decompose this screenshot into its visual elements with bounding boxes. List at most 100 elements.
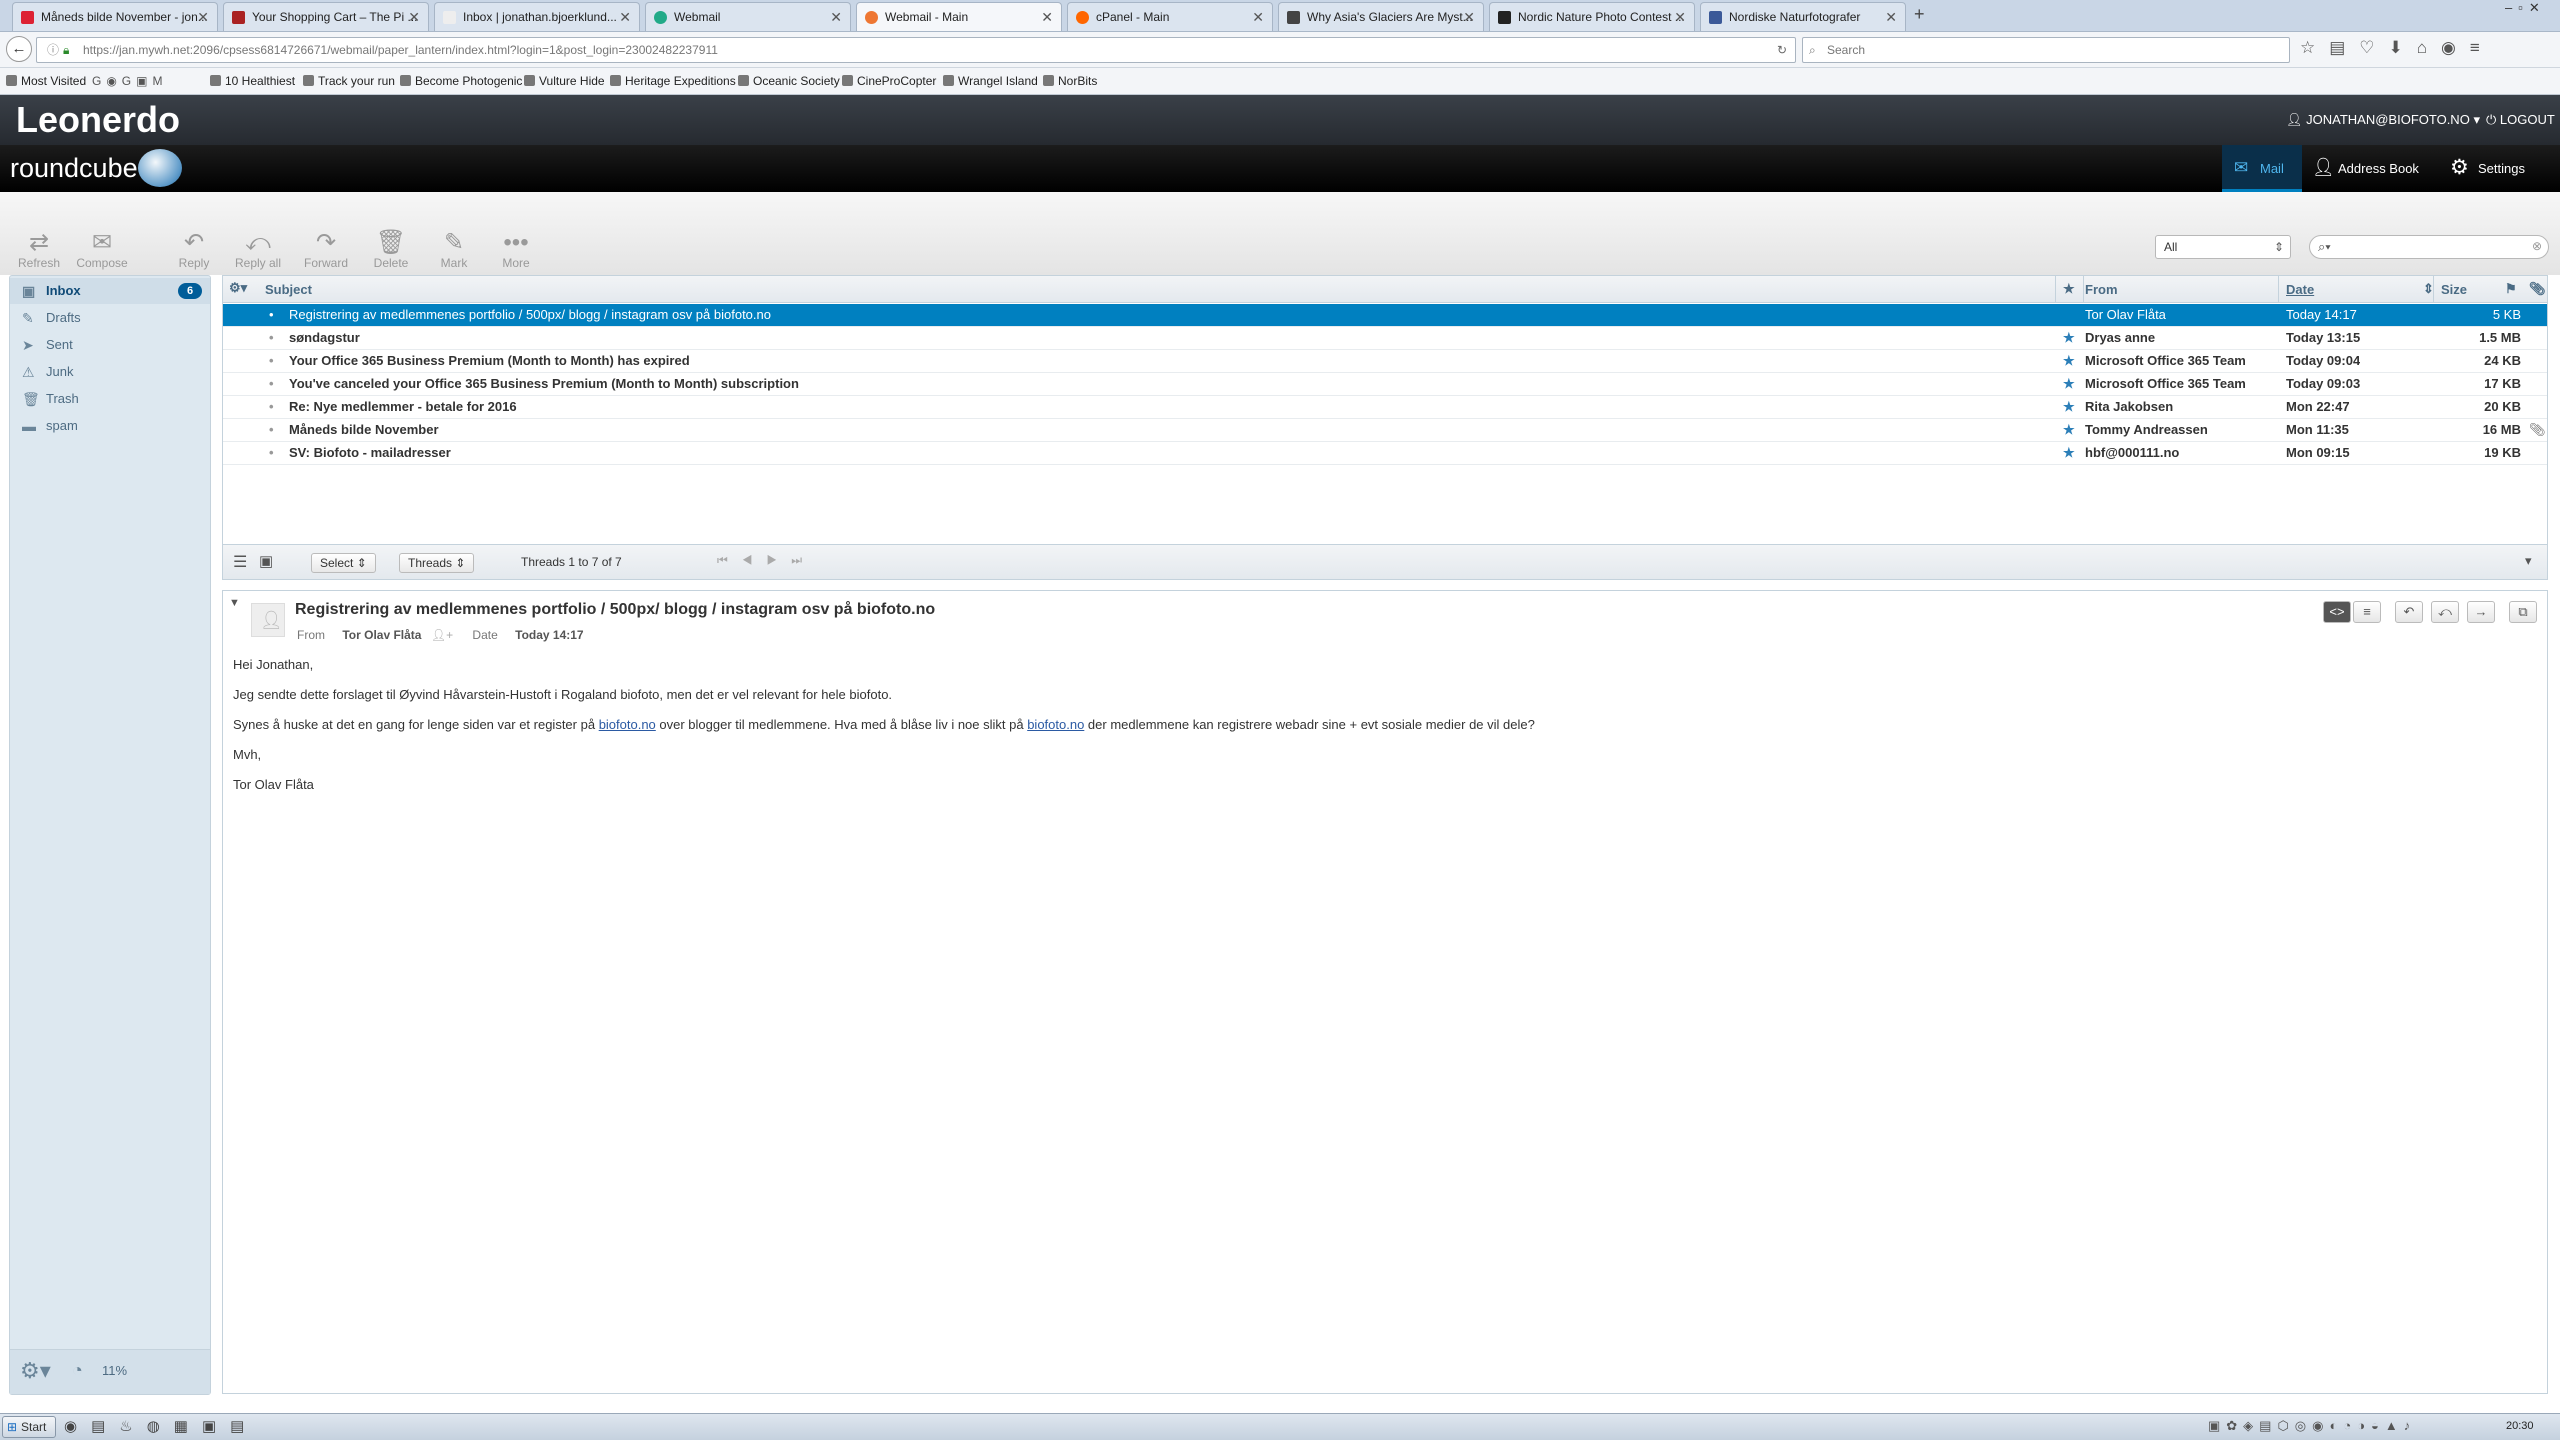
- bookmark-favicons[interactable]: G◉G▣M: [92, 74, 167, 88]
- biofoto-link[interactable]: biofoto.no: [1027, 717, 1084, 732]
- close-icon[interactable]: ✕: [830, 3, 842, 31]
- browser-tab[interactable]: Måneds bilde November - jon... ✕: [12, 2, 218, 31]
- flagged-star-icon[interactable]: ★: [2063, 327, 2075, 349]
- pagination-buttons[interactable]: ⏮◀▶⏭: [717, 553, 816, 568]
- bookmark-item[interactable]: Track your run: [303, 74, 395, 88]
- folder-spam[interactable]: ▬ spam: [10, 413, 210, 439]
- table-row[interactable]: • Måneds bilde November ★ Tommy Andreass…: [223, 419, 2547, 442]
- bookmark-item[interactable]: CineProCopter: [842, 74, 936, 88]
- back-button[interactable]: ←: [6, 36, 32, 62]
- logout-button[interactable]: ⏻ LOGOUT: [2486, 112, 2555, 128]
- open-in-window-button[interactable]: ⧉: [2509, 601, 2537, 623]
- preview-toggle-icon[interactable]: ▣: [259, 552, 273, 570]
- start-button[interactable]: ⊞ Start: [2, 1416, 56, 1438]
- bookmark-item[interactable]: Heritage Expeditions: [610, 74, 736, 88]
- bookmark-item[interactable]: Wrangel Island: [943, 74, 1038, 88]
- clock: 20:30: [2506, 1420, 2534, 1432]
- table-row[interactable]: • Registrering av medlemmenes portfolio …: [223, 304, 2547, 327]
- bookmark-item[interactable]: Become Photogenic: [400, 74, 522, 88]
- browser-tab[interactable]: Webmail ✕: [645, 2, 851, 31]
- bookmark-item[interactable]: 10 Healthiest: [210, 74, 295, 88]
- mail-search-input[interactable]: ⌕▾ ⊗: [2309, 235, 2549, 259]
- nav-settings[interactable]: ⚙ Settings: [2448, 145, 2558, 192]
- folder-trash[interactable]: 🗑︎ Trash: [10, 386, 210, 412]
- refresh-button[interactable]: ⇄ Refresh: [9, 230, 69, 271]
- close-icon[interactable]: ✕: [1041, 3, 1053, 31]
- close-icon[interactable]: ✕: [1885, 3, 1897, 31]
- close-icon[interactable]: ✕: [408, 3, 420, 31]
- flag-column-icon[interactable]: ★: [2063, 281, 2075, 297]
- column-from[interactable]: From: [2085, 282, 2118, 297]
- reply-button[interactable]: ↶ Reply: [164, 230, 224, 271]
- flagged-star-icon[interactable]: ★: [2063, 419, 2075, 441]
- collapse-icon[interactable]: ▾: [2525, 553, 2532, 569]
- table-row[interactable]: • Re: Nye medlemmer - betale for 2016 ★ …: [223, 396, 2547, 419]
- folder-inbox[interactable]: ▣ Inbox 6: [10, 278, 210, 304]
- table-row[interactable]: • Your Office 365 Business Premium (Mont…: [223, 350, 2547, 373]
- browser-tab[interactable]: Inbox | jonathan.bjoerklund... ✕: [434, 2, 640, 31]
- collapse-header-icon[interactable]: ▼: [229, 597, 240, 609]
- close-icon[interactable]: ✕: [1252, 3, 1264, 31]
- taskbar-apps[interactable]: ◉▤♨◍▦▣▤: [64, 1417, 258, 1435]
- url-bar[interactable]: ⓘ 🔒︎ https://jan.mywh.net:2096/cpsess681…: [36, 37, 1796, 63]
- system-tray-icons[interactable]: ▣✿◈▤⬡◎◉◐◔◑◒▲♪: [2208, 1418, 2416, 1434]
- threads-dropdown[interactable]: Threads ⇕: [399, 553, 475, 573]
- list-options-icon[interactable]: ⚙▾: [229, 280, 247, 296]
- table-row[interactable]: • SV: Biofoto - mailadresser ★ hbf@00011…: [223, 442, 2547, 465]
- user-menu[interactable]: 👤︎ JONATHAN@BIOFOTO.NO ▾: [2286, 112, 2480, 128]
- reply-all-button[interactable]: ⤺ Reply all: [228, 230, 288, 271]
- new-tab-button[interactable]: +: [1914, 4, 1925, 25]
- compose-button[interactable]: ✉ Compose: [72, 229, 132, 271]
- add-contact-icon[interactable]: 👤︎+: [431, 628, 453, 642]
- list-menu-icon[interactable]: ☰: [233, 552, 247, 572]
- browser-tab[interactable]: Nordiske Naturfotografer ✕: [1700, 2, 1906, 31]
- close-icon[interactable]: ✕: [1463, 3, 1475, 31]
- sender-link[interactable]: Tor Olav Flåta: [342, 628, 421, 642]
- bookmark-item[interactable]: Vulture Hide: [524, 74, 605, 88]
- preview-forward-button[interactable]: →: [2467, 601, 2495, 623]
- folder-drafts[interactable]: ✎ Drafts: [10, 305, 210, 331]
- close-icon[interactable]: ✕: [619, 3, 631, 31]
- column-subject[interactable]: Subject: [265, 282, 312, 297]
- select-dropdown[interactable]: Select ⇕: [311, 553, 376, 573]
- nav-mail[interactable]: ✉ Mail: [2222, 145, 2302, 192]
- flagged-star-icon[interactable]: ★: [2063, 350, 2075, 372]
- column-size[interactable]: Size: [2441, 282, 2467, 297]
- biofoto-link[interactable]: biofoto.no: [599, 717, 656, 732]
- bookmark-item[interactable]: NorBits: [1043, 74, 1097, 88]
- reload-icon[interactable]: ↻: [1777, 38, 1787, 62]
- browser-search-input[interactable]: ⌕ Search: [1802, 37, 2290, 63]
- bookmark-item[interactable]: Oceanic Society: [738, 74, 840, 88]
- folder-sent[interactable]: ➤ Sent: [10, 332, 210, 358]
- browser-tab[interactable]: Nordic Nature Photo Contest ... ✕: [1489, 2, 1695, 31]
- bookmark-item[interactable]: Most Visited: [6, 74, 86, 88]
- html-view-button[interactable]: <>: [2323, 601, 2351, 623]
- column-date[interactable]: Date: [2286, 282, 2314, 297]
- flagged-star-icon[interactable]: ★: [2063, 373, 2075, 395]
- clear-search-icon[interactable]: ⊗: [2532, 239, 2542, 253]
- browser-tab-active[interactable]: Webmail - Main ✕: [856, 2, 1062, 31]
- preview-reply-button[interactable]: ↶: [2395, 601, 2423, 623]
- compose-icon: ✉: [91, 229, 113, 256]
- forward-button[interactable]: ↷ Forward: [296, 230, 356, 271]
- folder-settings-icon[interactable]: ⚙▾: [20, 1358, 51, 1384]
- flagged-star-icon[interactable]: ★: [2063, 396, 2075, 418]
- preview-reply-all-button[interactable]: ⤺: [2431, 601, 2459, 623]
- more-button[interactable]: ••• More: [486, 230, 546, 271]
- folder-junk[interactable]: ⚠ Junk: [10, 359, 210, 385]
- table-row[interactable]: • You've canceled your Office 365 Busine…: [223, 373, 2547, 396]
- nav-address-book[interactable]: 👤︎ Address Book: [2310, 145, 2440, 192]
- flagged-star-icon[interactable]: ★: [2063, 442, 2075, 464]
- table-row[interactable]: • søndagstur ★ Dryas anne Today 13:15 1.…: [223, 327, 2547, 350]
- browser-toolbar-icons[interactable]: ☆▤♡⬇⌂◉≡: [2300, 38, 2494, 58]
- mark-button[interactable]: ✎ Mark: [424, 230, 484, 271]
- close-icon[interactable]: ✕: [1674, 3, 1686, 31]
- window-controls[interactable]: ‒▫✕: [2505, 0, 2546, 16]
- browser-tab[interactable]: Why Asia's Glaciers Are Myst... ✕: [1278, 2, 1484, 31]
- delete-button[interactable]: 🗑︎ Delete: [361, 230, 421, 271]
- browser-tab[interactable]: cPanel - Main ✕: [1067, 2, 1273, 31]
- close-icon[interactable]: ✕: [197, 3, 209, 31]
- browser-tab[interactable]: Your Shopping Cart – The Pi ... ✕: [223, 2, 429, 31]
- plain-view-button[interactable]: ≡: [2353, 601, 2381, 623]
- filter-select[interactable]: All ⇕: [2155, 235, 2291, 259]
